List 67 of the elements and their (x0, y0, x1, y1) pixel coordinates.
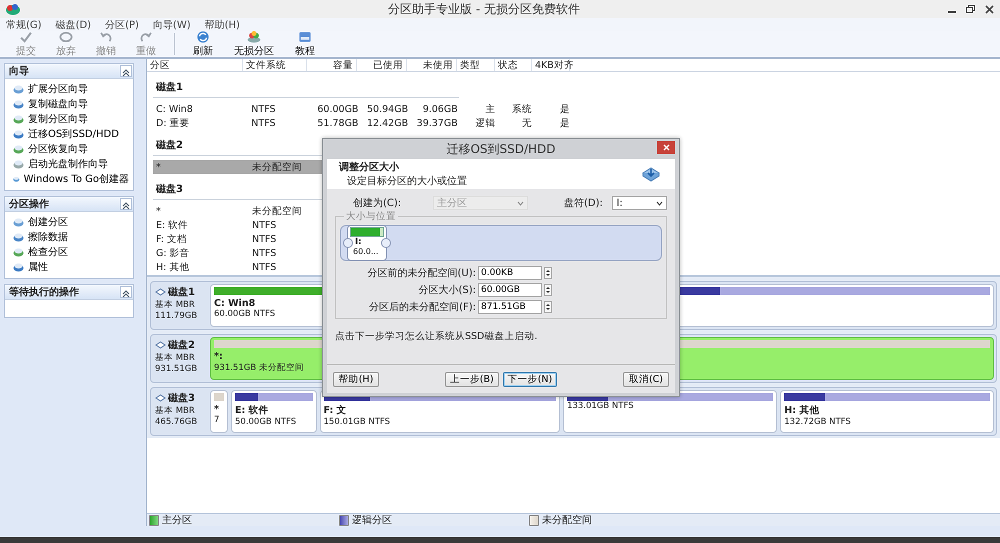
table-cell-text: 逻辑 (474, 116, 496, 130)
partition-detail: 931.51GB 未分配空间 (214, 362, 304, 374)
table-cell-text: G: 影音 (155, 246, 191, 260)
disk-name: 磁盘3 (168, 392, 195, 405)
partition-label: I: (354, 237, 362, 247)
disk-name: 磁盘1 (168, 286, 195, 299)
table-cell-text: 51.78GB (316, 118, 360, 128)
table-cell-text: NTFS (251, 220, 278, 230)
panel-title: 向导 (9, 64, 29, 78)
group-title: 大小与位置 (344, 210, 398, 223)
table-cell-text: NTFS (250, 118, 277, 128)
table-cell-text: NTFS (251, 248, 278, 258)
partition-detail: 60.00GB NTFS (214, 309, 276, 319)
legend-label: 主分区 (162, 514, 192, 527)
partition-detail: 150.01GB NTFS (324, 417, 390, 427)
table-cell-text: 12.42GB (366, 118, 410, 128)
table-cell-text: NTFS (251, 262, 278, 272)
disk-size: 465.76GB (155, 417, 198, 427)
table-cell-text: NTFS (250, 104, 277, 114)
table-cell-text: 是 (558, 102, 571, 116)
table-cell-text: NTFS (251, 234, 278, 244)
partition-label: *: (214, 351, 223, 362)
panel-title: 等待执行的操作 (9, 286, 79, 299)
partition-detail: 7 (214, 415, 220, 425)
disk-size: 111.79GB (155, 311, 198, 321)
field-label: 盘符(D): (563, 197, 604, 210)
table-cell-text: * (155, 162, 162, 172)
disk-type: 基本 MBR (155, 299, 196, 311)
table-cell-text: D: 重要 (155, 116, 191, 130)
partition-label: C: Win8 (214, 298, 256, 309)
disk-type: 基本 MBR (155, 352, 196, 364)
table-cell-text: 无 (521, 116, 534, 130)
hint-text: 点击下一步学习怎么让系统从SSD磁盘上启动. (335, 330, 538, 343)
table-cell-text: H: 其他 (155, 260, 190, 274)
partition-detail: 132.72GB NTFS (784, 417, 851, 427)
disk-group-header: 磁盘1 (153, 80, 459, 98)
table-cell-text: 60.00GB (316, 104, 360, 114)
partition-label: * (214, 404, 219, 415)
disk-size: 931.51GB (155, 364, 198, 374)
disk-name: 磁盘2 (168, 338, 195, 352)
panel-title: 分区操作 (9, 198, 49, 211)
field-label: 分区后的未分配空间(F): (369, 300, 476, 314)
disk-type: 基本 MBR (155, 405, 196, 417)
table-cell-text: 未分配空间 (251, 160, 303, 174)
field-label: 分区大小(S): (418, 284, 476, 297)
partition-detail: 133.01GB NTFS (567, 401, 634, 411)
table-cell-text: 39.37GB (416, 118, 459, 128)
partition-label: H: 其他 (784, 404, 820, 417)
field-label: 分区前的未分配空间(U): (368, 266, 476, 280)
table-cell-text: * (155, 206, 162, 216)
partition-detail: 60.0... (352, 247, 378, 256)
table-cell-text: C: Win8 (155, 104, 194, 114)
legend-label: 未分配空间 (542, 514, 592, 527)
table-cell-text: E: 软件 (155, 218, 190, 232)
partition-label: E: 软件 (235, 404, 269, 417)
partition-detail: 50.00GB NTFS (235, 417, 296, 427)
table-cell-text: 未分配空间 (251, 204, 303, 218)
table-cell-text: 50.94GB (366, 104, 410, 114)
step-heading: 调整分区大小 (339, 160, 400, 174)
table-cell-text: 9.06GB (422, 104, 459, 114)
table-cell-text: 系统 (511, 102, 534, 116)
window-title: 分区助手专业版 - 无损分区免费软件 (387, 0, 581, 18)
legend-label: 逻辑分区 (352, 514, 392, 527)
table-cell-text: 主 (484, 102, 496, 116)
partition-label: F: 文 (324, 404, 347, 417)
table-cell-text: 是 (558, 116, 571, 130)
table-cell-text: F: 文档 (155, 232, 188, 246)
